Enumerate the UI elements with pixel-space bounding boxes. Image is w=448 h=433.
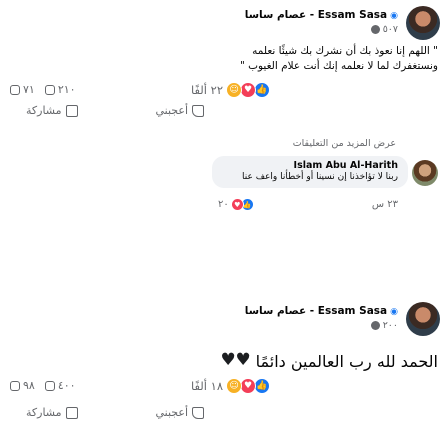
verified-icon: ◉: [390, 11, 398, 21]
comment-text: ربنا لا تؤاخذنا إن نسينا أو أخطأنا واعف …: [242, 172, 398, 182]
like-button[interactable]: أعجبني: [155, 406, 204, 419]
commenter-avatar[interactable]: [412, 160, 438, 186]
reaction-count: ٢٢ ألفًا: [190, 83, 223, 97]
like-reaction-icon: 👍: [254, 378, 270, 394]
post-actions: أعجبني مشاركة: [0, 406, 448, 426]
post-actions: أعجبني مشاركة: [0, 104, 448, 124]
comment-time[interactable]: ٢٣ س: [372, 199, 398, 210]
share-icon: [10, 84, 20, 95]
post-time[interactable]: ٢٠٠: [383, 320, 398, 331]
post-meta: ٥٠٧: [370, 24, 398, 35]
comment-icon: [44, 380, 55, 391]
post-stats: 👍 ♥ ☺ ١٨ ألفًا ٤٠٠ ٩٨: [0, 378, 448, 396]
reactions-summary[interactable]: 👍 ♥ ☺ ٢٢ ألفًا: [191, 82, 270, 98]
comments-count[interactable]: ٤٠٠: [44, 379, 76, 392]
comment-reaction-count: ٢٠: [218, 199, 229, 210]
love-reaction-icon: ♥: [230, 198, 244, 211]
shares-count[interactable]: ٧١: [10, 83, 35, 96]
like-button[interactable]: أعجبني: [155, 104, 204, 117]
love-reaction-icon: ♥: [240, 82, 256, 98]
engagement-counts: ٤٠٠ ٩٨: [10, 379, 76, 392]
share-button[interactable]: مشاركة: [26, 104, 78, 117]
comment-author[interactable]: Islam Abu Al-Harith: [222, 160, 398, 171]
post-meta: ٢٠٠: [370, 320, 398, 331]
post-time[interactable]: ٥٠٧: [383, 24, 398, 35]
like-reaction-icon: 👍: [254, 82, 270, 98]
view-more-comments[interactable]: عرض المزيد من التعليقات: [293, 138, 396, 149]
care-reaction-icon: ☺: [226, 82, 242, 98]
shares-count[interactable]: ٩٨: [10, 379, 35, 392]
author-avatar[interactable]: [406, 302, 440, 336]
post-stats: 👍 ♥ ☺ ٢٢ ألفًا ٢١٠ ٧١: [0, 82, 448, 100]
post-text: " اللهم إنا نعوذ بك أن نشرك بك شيئًا نعل…: [240, 44, 438, 74]
engagement-counts: ٢١٠ ٧١: [10, 83, 76, 96]
thumbs-up-icon: [192, 406, 204, 419]
comment-icon: [44, 84, 55, 95]
share-icon: [65, 406, 78, 419]
post-1: ◉Essam Sasa - عصام ساسا ٥٠٧ " اللهم إنا …: [0, 0, 448, 215]
post-text-line: ونستغفرك لما لا نعلمه إنك أنت علام الغيو…: [239, 60, 438, 72]
comment: Islam Abu Al-Harith ربنا لا تؤاخذنا إن ن…: [178, 156, 438, 212]
care-reaction-icon: ☺: [226, 378, 242, 394]
share-button[interactable]: مشاركة: [26, 406, 78, 419]
share-icon: [65, 104, 78, 117]
share-icon: [10, 380, 20, 391]
globe-icon: [370, 321, 380, 330]
heart-emoji-icon: [221, 350, 236, 370]
post-author[interactable]: ◉Essam Sasa - عصام ساسا: [245, 305, 398, 317]
verified-icon: ◉: [390, 307, 398, 317]
post-2: ◉Essam Sasa - عصام ساسا ٢٠٠ الحمد لله رب…: [0, 296, 448, 433]
comments-count[interactable]: ٢١٠: [44, 83, 76, 96]
post-text-line: " اللهم إنا نعوذ بك أن نشرك بك شيئًا نعل…: [252, 45, 438, 57]
author-avatar[interactable]: [406, 6, 440, 40]
post-author[interactable]: ◉Essam Sasa - عصام ساسا: [245, 9, 398, 21]
love-reaction-icon: ♥: [240, 378, 256, 394]
comment-reactions[interactable]: 👍 ♥ ٢٠: [218, 198, 254, 211]
reaction-count: ١٨ ألفًا: [190, 379, 223, 393]
globe-icon: [370, 25, 380, 34]
reactions-summary[interactable]: 👍 ♥ ☺ ١٨ ألفًا: [191, 378, 270, 394]
heart-emoji-icon: [236, 350, 251, 370]
post-text: الحمد لله رب العالمين دائمًا: [221, 350, 438, 372]
comment-bubble: Islam Abu Al-Harith ربنا لا تؤاخذنا إن ن…: [212, 156, 408, 188]
comment-footer: ٢٣ س 👍 ♥ ٢٠: [212, 198, 408, 212]
thumbs-up-icon: [192, 104, 204, 117]
